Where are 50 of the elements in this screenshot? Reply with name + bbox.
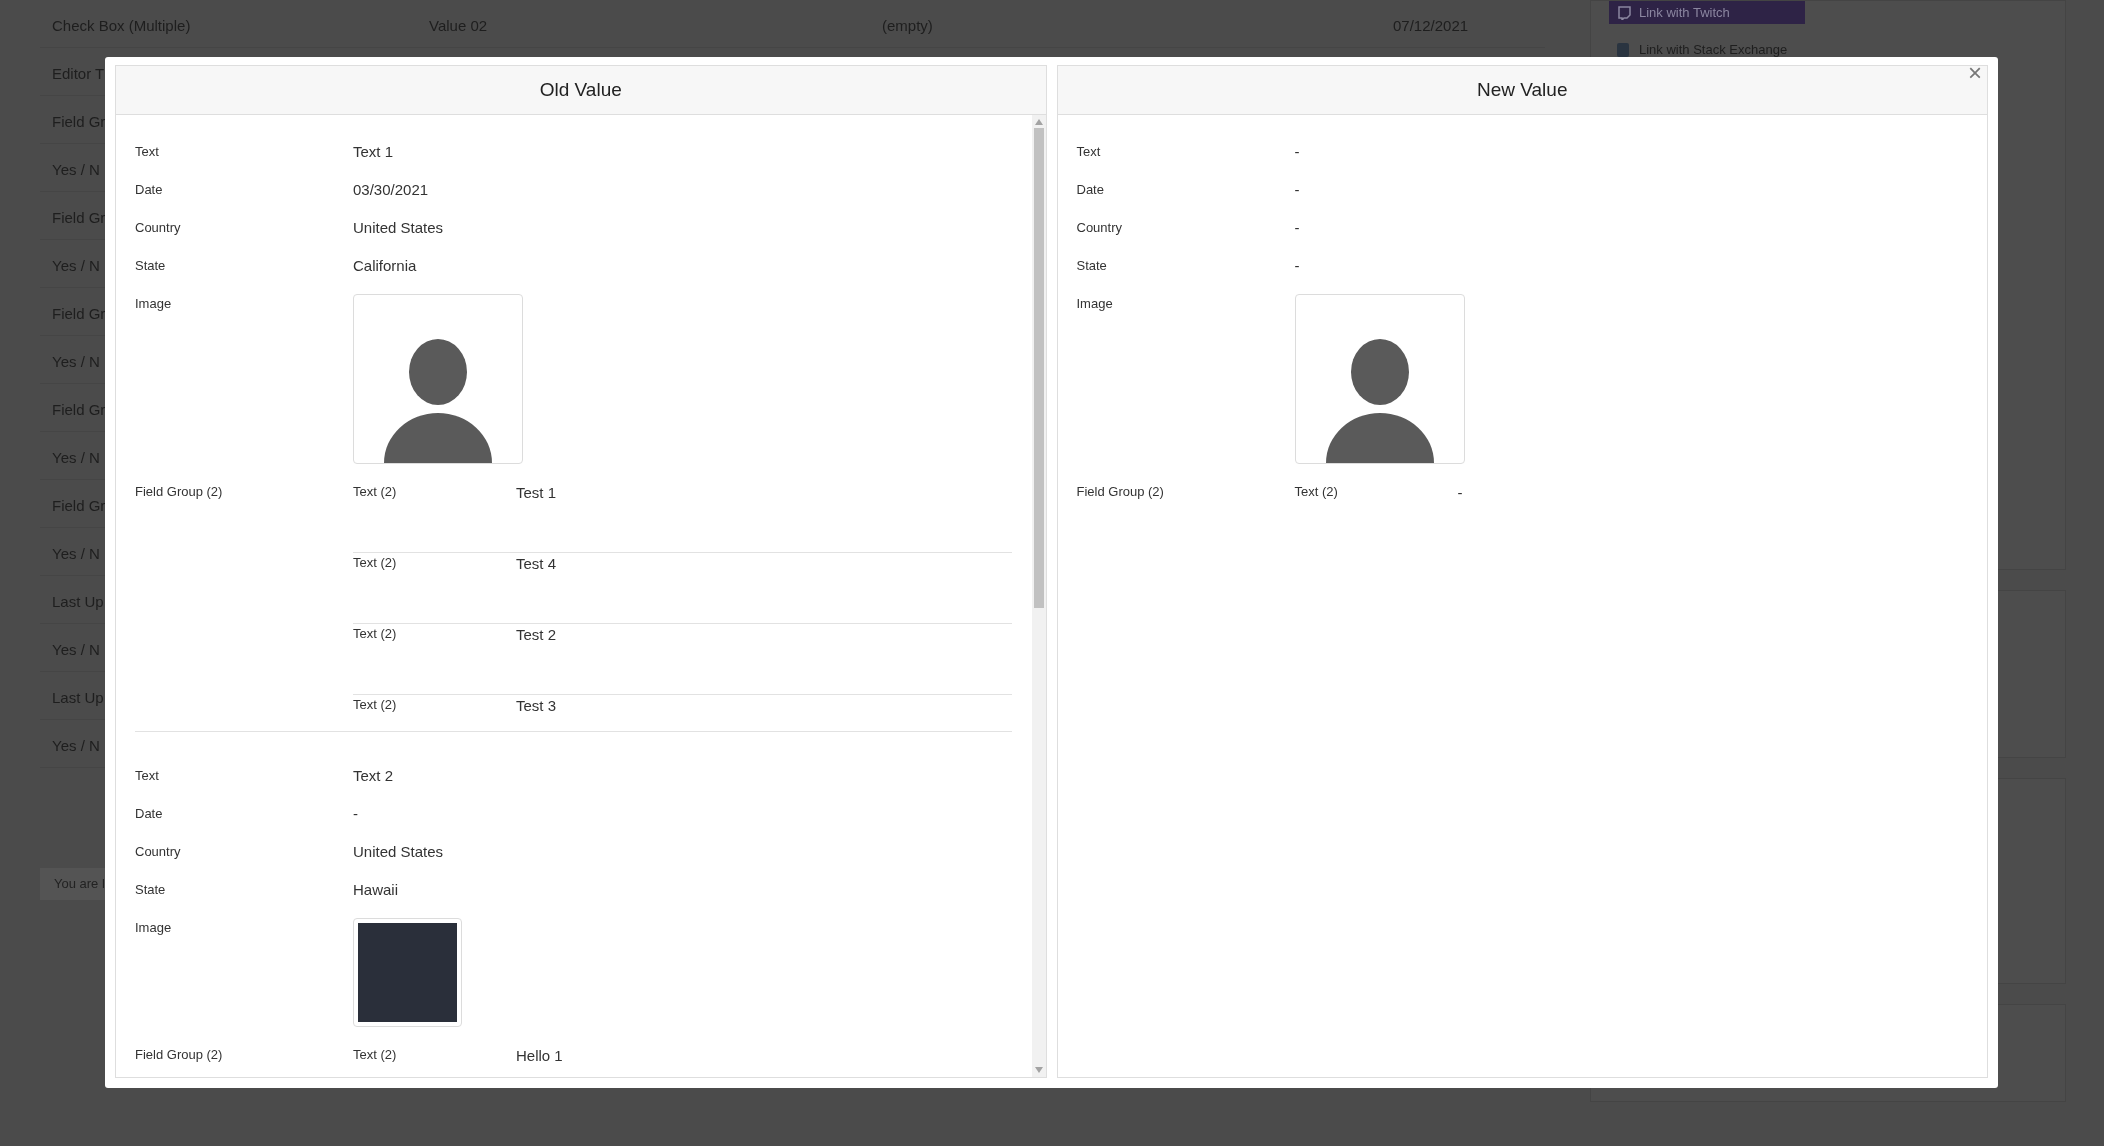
- chat-icon: [1617, 5, 1631, 20]
- scrollbar[interactable]: [1031, 115, 1046, 1077]
- subfield-value: Test 3: [516, 696, 557, 716]
- field-label: Date: [1076, 181, 1105, 199]
- field-value: United States: [353, 842, 444, 862]
- field-value: Hawaii: [353, 880, 398, 900]
- scroll-up-arrow-icon[interactable]: [1034, 119, 1043, 125]
- subfield-value: -: [1457, 483, 1463, 503]
- field-label: Text: [135, 767, 160, 785]
- subfield-value: Hello 1: [516, 1046, 563, 1066]
- field-value: California: [353, 256, 417, 276]
- subfield-label: Text (2): [353, 1046, 398, 1064]
- field-value: United States: [353, 218, 444, 238]
- subfield-label: Text (2): [353, 483, 398, 501]
- close-button[interactable]: ×: [1968, 61, 1982, 85]
- field-label: Date: [135, 181, 164, 199]
- field-value: -: [1294, 142, 1300, 162]
- field-label: State: [1076, 257, 1108, 275]
- field-label: Text: [135, 143, 160, 161]
- field-label: State: [135, 257, 167, 275]
- subfield-label: Text (2): [353, 696, 398, 714]
- field-value: -: [1294, 218, 1300, 238]
- field-label: Image: [135, 919, 173, 937]
- field-value: Text 2: [353, 766, 394, 786]
- field-label: Date: [135, 805, 164, 823]
- field-label: State: [135, 881, 167, 899]
- field-label: Country: [135, 219, 182, 237]
- field-label: Country: [135, 843, 182, 861]
- field-value: 03/30/2021: [353, 180, 429, 200]
- field-label: Field Group (2): [135, 483, 224, 501]
- field-label: Image: [1076, 295, 1114, 313]
- field-label: Text: [1076, 143, 1102, 161]
- twitch-link-button[interactable]: Link with Twitch: [1609, 1, 1805, 24]
- subfield-label: Text (2): [353, 554, 398, 572]
- field-value: -: [1294, 180, 1300, 200]
- field-label: Field Group (2): [135, 1046, 224, 1064]
- subfield-label: Text (2): [1294, 483, 1339, 501]
- field-value: -: [1294, 256, 1300, 276]
- panel-title: Old Value: [116, 66, 1046, 115]
- field-label: Field Group (2): [1076, 483, 1165, 501]
- scrollbar-thumb[interactable]: [1033, 128, 1044, 608]
- subfield-value: Test 2: [516, 625, 557, 645]
- field-value: -: [353, 804, 358, 824]
- field-value: Text 1: [353, 142, 394, 162]
- subfield-value: Test 1: [516, 483, 557, 503]
- subfield-value: Test 4: [516, 554, 557, 574]
- scroll-down-arrow-icon[interactable]: [1034, 1067, 1043, 1073]
- field-label: Image: [135, 295, 173, 313]
- subfield-label: Text (2): [353, 625, 398, 643]
- field-label: Country: [1076, 219, 1124, 237]
